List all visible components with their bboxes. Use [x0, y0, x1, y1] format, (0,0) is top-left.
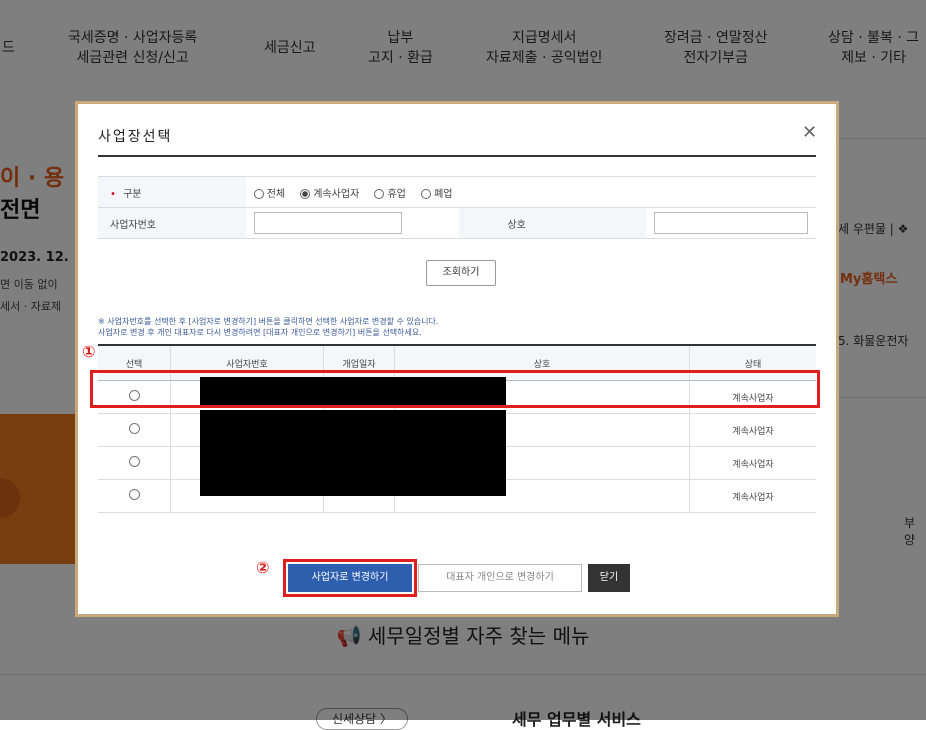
- radio-button[interactable]: [421, 188, 432, 199]
- radio-button-selected[interactable]: [300, 188, 311, 199]
- radio-all[interactable]: 전체: [253, 188, 291, 200]
- bizno-input[interactable]: [253, 212, 402, 234]
- radio-button[interactable]: [253, 188, 264, 199]
- search-form: • 구분 전체 계속사업자 휴업 폐업 사업자번호 상호: [98, 176, 816, 239]
- name-label: 상호: [459, 207, 646, 239]
- row-highlight-box: [90, 370, 820, 408]
- row-radio[interactable]: [128, 489, 140, 500]
- step-marker-2: ②: [256, 558, 270, 577]
- redaction-block: [200, 410, 506, 496]
- radio-button[interactable]: [374, 188, 385, 199]
- title-divider: [98, 155, 816, 157]
- select-cell[interactable]: [98, 446, 171, 480]
- dialog-title: 사업장선택: [98, 129, 173, 145]
- change-to-business-button[interactable]: 사업자로 변경하기: [283, 559, 417, 597]
- step-marker-1: ①: [82, 342, 96, 361]
- radio-suspended[interactable]: 휴업: [374, 188, 411, 200]
- status-cell: 계속사업자: [689, 479, 816, 513]
- name-cell: [646, 207, 816, 239]
- close-icon[interactable]: ✕: [802, 122, 817, 143]
- category-radio-group: 전체 계속사업자 휴업 폐업: [245, 176, 816, 208]
- row-radio[interactable]: [128, 423, 140, 434]
- name-input[interactable]: [654, 212, 808, 234]
- required-mark: •: [110, 188, 116, 200]
- select-cell[interactable]: [98, 479, 171, 513]
- radio-active[interactable]: 계속사업자: [300, 188, 365, 200]
- business-select-dialog: 사업장선택 ✕ • 구분 전체 계속사업자 휴업 폐업 사업자번호 상호 조회하…: [78, 104, 836, 614]
- row-radio[interactable]: [128, 456, 140, 467]
- close-button[interactable]: 닫기: [588, 564, 630, 592]
- status-cell: 계속사업자: [689, 413, 816, 447]
- search-button[interactable]: 조회하기: [426, 260, 496, 286]
- select-cell[interactable]: [98, 413, 171, 447]
- bizno-cell: [245, 207, 460, 239]
- instruction-notice: ※ 사업자번호를 선택한 후 [사업자로 변경하기] 버튼을 클릭하면 선택한 …: [98, 317, 439, 337]
- status-cell: 계속사업자: [689, 446, 816, 480]
- radio-closed[interactable]: 폐업: [421, 188, 458, 200]
- bizno-label: 사업자번호: [98, 207, 246, 239]
- change-to-representative-button[interactable]: 대표자 개인으로 변경하기: [418, 564, 582, 592]
- category-label: • 구분: [98, 176, 246, 208]
